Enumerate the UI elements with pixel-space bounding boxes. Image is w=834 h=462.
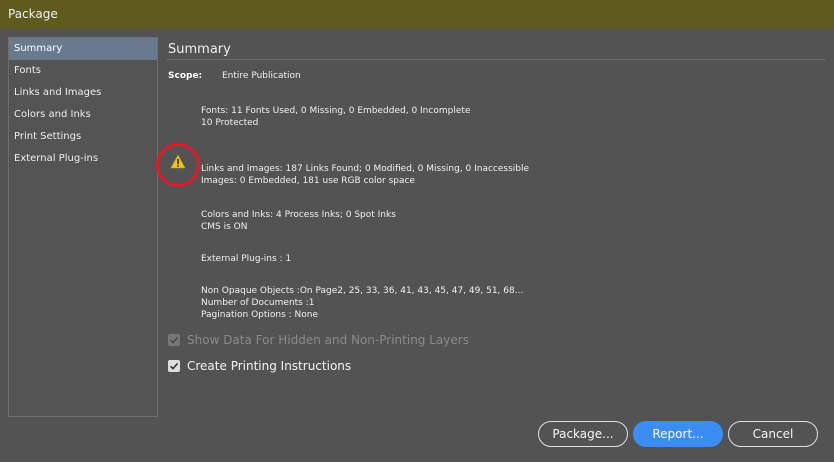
printing-instructions-checkbox[interactable] (168, 360, 180, 372)
fonts-summary-line2: 10 Protected (201, 118, 259, 128)
links-summary-line2: Images: 0 Embedded, 181 use RGB color sp… (201, 176, 415, 186)
sidebar-item-summary[interactable]: Summary (9, 38, 157, 60)
window-title: Package (0, 0, 834, 29)
checkmark-icon (169, 362, 179, 370)
sidebar-item-external-plugins[interactable]: External Plug-ins (9, 148, 157, 170)
plugins-summary: External Plug-ins : 1 (201, 253, 291, 265)
pagination-options-line: Pagination Options : None (201, 310, 319, 320)
printing-instructions-label[interactable]: Create Printing Instructions (187, 359, 351, 373)
plugins-summary-line1: External Plug-ins : 1 (201, 254, 292, 264)
colors-summary-line1: Colors and Inks: 4 Process Inks; 0 Spot … (201, 210, 396, 220)
red-circle-annotation (155, 142, 201, 188)
colors-summary-line2: CMS is ON (201, 222, 248, 232)
show-hidden-layers-checkbox (168, 334, 180, 346)
sidebar-item-links-and-images[interactable]: Links and Images (9, 82, 157, 104)
title-divider (166, 59, 826, 60)
non-opaque-objects-line: Non Opaque Objects :On Page2, 25, 33, 36… (201, 286, 524, 296)
fonts-summary-line1: Fonts: 11 Fonts Used, 0 Missing, 0 Embed… (201, 106, 471, 116)
warning-triangle-icon (170, 154, 186, 169)
show-hidden-layers-label: Show Data For Hidden and Non-Printing La… (187, 333, 469, 347)
cancel-button[interactable]: Cancel (728, 421, 818, 447)
number-of-documents-line: Number of Documents :1 (201, 298, 315, 308)
links-summary-line1: Links and Images: 187 Links Found; 0 Mod… (201, 164, 530, 174)
links-summary: Links and Images: 187 Links Found; 0 Mod… (201, 163, 529, 187)
summary-title: Summary (168, 42, 231, 57)
warning-indicator[interactable] (154, 141, 202, 189)
fonts-summary: Fonts: 11 Fonts Used, 0 Missing, 0 Embed… (201, 105, 470, 129)
report-button[interactable]: Report... (633, 421, 723, 447)
scope-label: Scope: (168, 71, 203, 81)
sidebar: Summary Fonts Links and Images Colors an… (8, 37, 158, 417)
sidebar-item-print-settings[interactable]: Print Settings (9, 126, 157, 148)
sidebar-item-fonts[interactable]: Fonts (9, 60, 157, 82)
printing-instructions-option[interactable]: Create Printing Instructions (168, 359, 351, 373)
misc-summary: Non Opaque Objects :On Page2, 25, 33, 36… (201, 285, 523, 321)
checkmark-icon (169, 336, 179, 344)
sidebar-item-colors-and-inks[interactable]: Colors and Inks (9, 104, 157, 126)
scope-value: Entire Publication (222, 71, 301, 81)
colors-summary: Colors and Inks: 4 Process Inks; 0 Spot … (201, 209, 396, 233)
show-hidden-layers-option: Show Data For Hidden and Non-Printing La… (168, 333, 469, 347)
package-button[interactable]: Package... (538, 421, 628, 447)
